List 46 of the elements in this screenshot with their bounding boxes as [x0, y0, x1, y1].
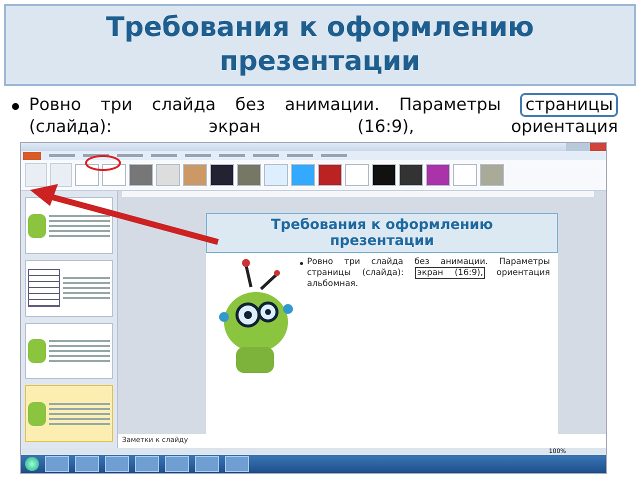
taskbar-app-icon[interactable]	[195, 456, 219, 472]
window-buttons-icon[interactable]	[566, 143, 606, 152]
theme-thumbnail[interactable]	[480, 164, 504, 186]
theme-thumbnail[interactable]	[399, 164, 423, 186]
ribbon-tab[interactable]	[321, 154, 347, 158]
theme-thumbnail[interactable]	[372, 164, 396, 186]
bullet-text: Ровно три слайда без анимации. Параметры страницы (слайда): экран (16:9), ориентация	[29, 94, 620, 138]
taskbar-app-icon[interactable]	[75, 456, 99, 472]
highlight-ellipse	[85, 155, 121, 171]
taskbar-app-icon[interactable]	[45, 456, 69, 472]
slide-thumbnail[interactable]	[25, 197, 113, 254]
theme-thumbnail[interactable]	[156, 164, 180, 186]
theme-thumbnail[interactable]	[453, 164, 477, 186]
theme-thumbnail[interactable]	[264, 164, 288, 186]
taskbar-app-icon[interactable]	[225, 456, 249, 472]
slide-thumbnail[interactable]	[25, 260, 113, 317]
slide-title: Требования к оформлению презентации	[270, 217, 494, 250]
taskbar-app-icon[interactable]	[135, 456, 159, 472]
bullet-icon	[12, 103, 19, 110]
slide-thumbnail[interactable]	[25, 322, 113, 380]
taskbar-app-icon[interactable]	[105, 456, 129, 472]
theme-thumbnail[interactable]	[75, 164, 99, 186]
theme-thumbnail[interactable]	[129, 164, 153, 186]
start-icon[interactable]	[25, 457, 39, 472]
ribbon-tab[interactable]	[219, 154, 245, 158]
theme-thumbnail[interactable]	[102, 164, 126, 186]
taskbar-app-icon[interactable]	[165, 456, 189, 472]
theme-thumbnail[interactable]	[291, 164, 315, 186]
file-tab[interactable]	[23, 152, 41, 160]
ribbon-tab[interactable]	[117, 154, 143, 158]
slide-title: Требования к оформлению презентации	[105, 11, 535, 79]
theme-thumbnail[interactable]	[426, 164, 450, 186]
theme-thumbnail[interactable]	[237, 164, 261, 186]
ribbon-tab[interactable]	[287, 154, 313, 158]
ribbon-tab[interactable]	[49, 154, 75, 158]
theme-thumbnail[interactable]	[183, 164, 207, 186]
theme-thumbnail[interactable]	[210, 164, 234, 186]
bullet-icon	[300, 262, 303, 266]
bullet-text: Ровно три слайда без анимации. Параметры страницы (слайда): экран (16:9), ориентация альбомная.	[307, 257, 550, 292]
ribbon-tab[interactable]	[185, 154, 211, 158]
theme-thumbnail[interactable]	[318, 164, 342, 186]
slide-thumbnail[interactable]	[25, 385, 113, 442]
ribbon-tab[interactable]	[151, 154, 177, 158]
theme-thumbnail[interactable]	[345, 164, 369, 186]
ribbon-tab[interactable]	[253, 154, 279, 158]
ribbon-tab[interactable]	[83, 154, 109, 158]
